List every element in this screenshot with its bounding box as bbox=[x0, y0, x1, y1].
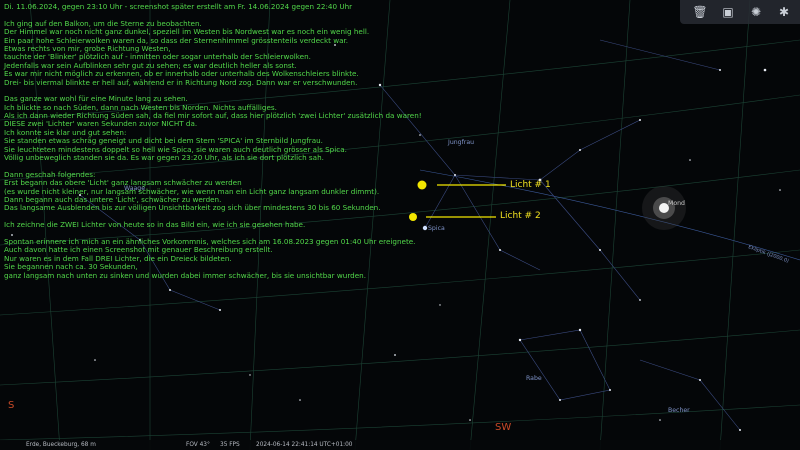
drawn-lights bbox=[409, 180, 506, 221]
note-line: Di. 11.06.2024, gegen 23:10 Uhr - screen… bbox=[4, 2, 353, 11]
note-line: Völlig unbeweglich standen sie da. Es wa… bbox=[4, 153, 324, 163]
fov-readout: FOV 43° bbox=[186, 442, 210, 448]
observation-notes: Di. 11.06.2024, gegen 23:10 Uhr - screen… bbox=[4, 2, 422, 280]
trash-icon[interactable]: 🗑 bbox=[692, 4, 708, 20]
config-icon[interactable]: ✱ bbox=[776, 4, 792, 20]
light-1-label: Licht # 1 bbox=[510, 180, 551, 190]
settings-icon[interactable]: ✺ bbox=[748, 4, 764, 20]
top-toolbar: 🗑 ▣ ✺ ✱ bbox=[680, 0, 800, 24]
location-readout: Erde, Bueckeburg, 68 m bbox=[26, 442, 96, 448]
compass-south: S bbox=[8, 400, 15, 411]
constellation-label-jungfrau: Jungfrau bbox=[447, 139, 474, 146]
datetime-readout: 2024-06-14 22:41:14 UTC+01:00 bbox=[256, 442, 353, 448]
spica-star bbox=[422, 225, 428, 231]
window-icon[interactable]: ▣ bbox=[720, 4, 736, 20]
note-line: Ich zeichne die ZWEI Lichter von heute s… bbox=[4, 220, 306, 230]
ecliptic-line bbox=[419, 169, 800, 261]
status-bar: Erde, Bueckeburg, 68 m FOV 43° 35 FPS 20… bbox=[0, 440, 800, 450]
note-line: Das langsame Ausblenden bis zur völligen… bbox=[4, 203, 381, 213]
constellation-label-becher: Becher bbox=[668, 407, 690, 414]
moon-label: Mond bbox=[668, 200, 685, 207]
note-line: ganz langsam nach unten zu sinken und wu… bbox=[4, 270, 366, 280]
constellation-label-rabe: Rabe bbox=[526, 375, 542, 382]
star-label-spica: Spica bbox=[428, 225, 445, 232]
light-2-label: Licht # 2 bbox=[500, 211, 541, 221]
moon bbox=[642, 186, 686, 230]
fps-readout: 35 FPS bbox=[220, 442, 240, 448]
compass-southwest: SW bbox=[495, 422, 512, 433]
note-line: Drei- bis viermal blinkte er hell auf, w… bbox=[4, 77, 358, 87]
